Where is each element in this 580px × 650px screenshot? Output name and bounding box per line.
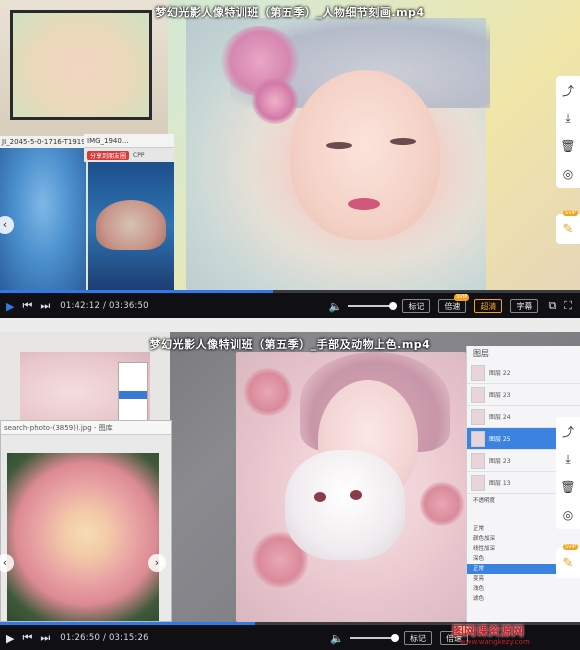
volume-icon[interactable]: 🔈	[329, 300, 343, 313]
layer-thumbnail	[471, 386, 485, 403]
progress-fill	[0, 622, 256, 625]
layer-label: 图层 13	[489, 480, 511, 487]
settings-icon[interactable]: ◎	[556, 160, 580, 188]
layer-label: 图层 23	[489, 458, 511, 465]
layer-thumbnail	[471, 430, 485, 447]
quality-button[interactable]: 超清	[474, 299, 503, 313]
notes-button[interactable]: 标记	[402, 299, 431, 313]
pin-icon[interactable]: ✎ SVIP	[556, 544, 580, 578]
layer-item[interactable]: 图层 22	[467, 362, 580, 384]
pin-icon[interactable]: ✎ SVIP	[556, 210, 580, 244]
painting-eye-left	[326, 142, 352, 149]
video-title: 梦幻光影人像特训班（第五季）_人物细节刻画.mp4	[155, 6, 425, 19]
volume-slider[interactable]	[348, 302, 398, 310]
jellyfish-bell	[96, 200, 166, 250]
watermark-text: 图网课资源网	[452, 624, 525, 638]
skip-back-icon[interactable]: ⏮	[22, 299, 32, 313]
picture-in-picture-icon[interactable]: ⧉	[548, 299, 556, 313]
tablet-screen	[10, 10, 152, 120]
side-toolbar: ⤴ ⤓ 🗑 ◎	[556, 76, 580, 188]
volume-slider[interactable]	[350, 634, 399, 642]
time-total: 03:36:50	[108, 301, 149, 311]
time-display: 01:42:12 / 03:36:50	[60, 301, 149, 311]
painting-lips	[348, 198, 380, 210]
layer-thumbnail	[471, 452, 485, 469]
watermark-url: www.wangkezy.com	[460, 638, 530, 646]
layer-item[interactable]: 图层 23	[467, 384, 580, 406]
volume-knob[interactable]	[389, 302, 398, 310]
skip-forward-icon[interactable]: ⏭	[40, 631, 50, 645]
tablet-photo	[0, 0, 168, 140]
jellyfish-photo-left	[0, 148, 86, 290]
download-icon[interactable]: ⤓	[556, 445, 580, 473]
painting-cat-eye-right	[350, 490, 362, 500]
side-toolbar: ⤴ ⤓ 🗑 ◎	[556, 417, 580, 529]
painting-eye-right	[390, 138, 416, 145]
painting-rose-1	[244, 368, 292, 416]
volume-knob[interactable]	[391, 634, 399, 642]
viewer-tab-cpp[interactable]: CPP	[133, 152, 144, 159]
time-display: 01:26:50 / 03:15:26	[60, 633, 149, 643]
layer-label: 图层 24	[489, 414, 511, 421]
photo-viewer-window: search-photo-(3859)).jpg - 图库	[0, 420, 172, 622]
layer-thumbnail	[471, 474, 485, 491]
player-divider	[0, 318, 580, 332]
viewer-tab-share[interactable]: 分享到朋友圈	[87, 150, 130, 160]
image-viewer-tabs: 分享到朋友圈 CPP	[84, 148, 174, 162]
painting-cat	[285, 450, 405, 560]
layer-label: 图层 22	[489, 370, 511, 377]
play-icon[interactable]: ▶	[6, 300, 14, 313]
blend-mode-item[interactable]: 颜色加深	[467, 534, 580, 544]
painting-rose-3	[420, 482, 464, 526]
painting-face	[290, 70, 440, 240]
vip-badge: SVIP	[454, 294, 470, 301]
share-icon[interactable]: ⤴	[556, 417, 580, 445]
notes-button[interactable]: 标记	[404, 631, 432, 645]
video-player-1[interactable]: JI_2045-5-0-1716-T1919 UPG - 图库 IMG_1940…	[0, 0, 580, 318]
subtitle-button[interactable]: 字幕	[510, 299, 539, 313]
image-viewer-title: IMG_1940...	[84, 134, 174, 148]
video-player-2[interactable]: search-photo-(3859)).jpg - 图库 ‹ › 图层 图层 …	[0, 332, 580, 650]
share-icon[interactable]: ⤴	[556, 76, 580, 104]
speed-button[interactable]: 倍速 SVIP	[438, 294, 470, 313]
time-current: 01:26:50	[60, 633, 101, 643]
vip-badge: SVIP	[562, 210, 578, 216]
photo-viewer-title: search-photo-(3859)).jpg - 图库	[1, 421, 171, 435]
layer-thumbnail	[471, 364, 485, 381]
skip-forward-icon[interactable]: ⏭	[40, 299, 50, 313]
painting-jellyfish-2	[252, 78, 298, 124]
progress-fill	[0, 290, 273, 293]
volume-icon[interactable]: 🔈	[330, 632, 344, 645]
speed-label: 倍速	[444, 302, 461, 311]
fullscreen-icon[interactable]: ⛶	[564, 299, 572, 313]
control-bar: ▶ ⏮ ⏭ 01:42:12 / 03:36:50 🔈 标记 倍速 SVIP 超清…	[0, 290, 580, 318]
trash-icon[interactable]: 🗑	[556, 473, 580, 501]
layer-label: 图层 25	[489, 436, 511, 443]
trash-icon[interactable]: 🗑	[556, 132, 580, 160]
painting-cat-eye-left	[314, 492, 326, 502]
settings-icon[interactable]: ◎	[556, 501, 580, 529]
play-icon[interactable]: ▶	[6, 632, 14, 645]
skip-back-icon[interactable]: ⏮	[22, 631, 32, 645]
next-image-arrow[interactable]: ›	[148, 554, 166, 572]
time-current: 01:42:12	[60, 301, 101, 311]
blend-mode-item[interactable]: 浅色	[467, 584, 580, 594]
layer-thumbnail	[471, 408, 485, 425]
progress-bar[interactable]	[0, 290, 580, 293]
vip-badge: SVIP	[562, 544, 578, 550]
time-total: 03:15:26	[108, 633, 149, 643]
rose-photo	[7, 453, 159, 621]
blend-mode-item[interactable]: 滤色	[467, 594, 580, 604]
download-icon[interactable]: ⤓	[556, 104, 580, 132]
layer-label: 图层 23	[489, 392, 511, 399]
video-title: 梦幻光影人像特训班（第五季）_手部及动物上色.mp4	[149, 338, 431, 351]
tablet-menu-selected	[119, 391, 147, 399]
